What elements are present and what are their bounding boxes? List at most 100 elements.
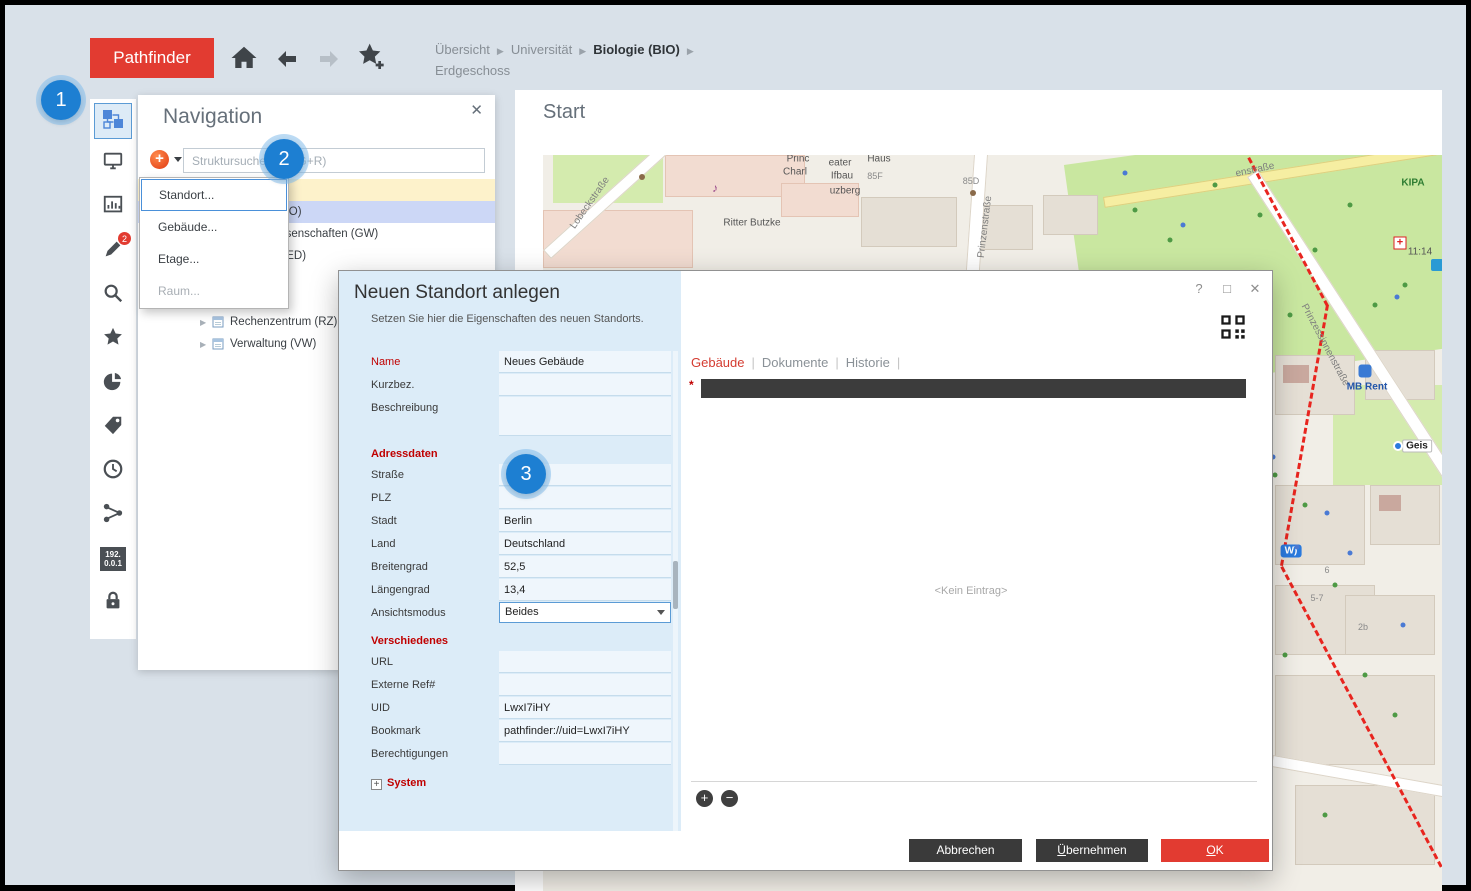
close-icon[interactable]: ✕ <box>1245 281 1265 297</box>
sidebar-item-star[interactable] <box>93 319 133 359</box>
expander-icon[interactable]: ▶ <box>200 340 212 349</box>
menu-item-etage[interactable]: Etage... <box>141 243 287 275</box>
map-label: 85D <box>963 176 980 186</box>
form-section-label: System <box>387 777 426 789</box>
home-icon[interactable] <box>229 43 259 78</box>
tree-dot-icon <box>1213 183 1218 188</box>
lock-icon <box>102 590 124 617</box>
sidebar-item-chart-window[interactable] <box>93 187 133 227</box>
map-building <box>861 197 957 247</box>
field-value-input[interactable]: 13,4 <box>499 579 671 601</box>
forward-icon[interactable] <box>315 47 343 76</box>
tab-gebäude[interactable]: Gebäude <box>691 355 745 370</box>
close-icon[interactable]: ✕ <box>470 101 483 119</box>
sidebar-item-search[interactable] <box>93 275 133 315</box>
field-label: URL <box>371 651 499 673</box>
back-icon[interactable] <box>273 47 301 76</box>
menu-item-raum[interactable]: Raum... <box>141 275 287 307</box>
form-row: UIDLwxI7iHY <box>371 697 671 719</box>
tree-dot-icon <box>1273 473 1278 478</box>
map-label: 85F <box>867 171 883 181</box>
tree-dot-icon <box>1373 303 1378 308</box>
field-value-input[interactable]: Neues Gebäude <box>499 351 671 373</box>
form-row: Breitengrad52,5 <box>371 556 671 578</box>
sidebar-item-pen[interactable]: 2 <box>93 231 133 271</box>
map-label: Ifbau <box>831 171 853 182</box>
poi-dot-icon <box>1395 295 1400 300</box>
sidebar-item-lock[interactable] <box>93 583 133 623</box>
tree-dot-icon <box>1303 503 1308 508</box>
form-row: Berechtigungen <box>371 743 671 765</box>
field-value-input[interactable] <box>499 651 671 673</box>
cancel-button[interactable]: Abbrechen <box>909 839 1022 862</box>
chart-window-icon <box>102 194 124 221</box>
field-value-input[interactable]: Deutschland <box>499 533 671 555</box>
ansichtsmodus-dropdown[interactable]: Beides <box>499 602 671 623</box>
remove-entry-icon[interactable]: − <box>721 790 738 807</box>
network-icon <box>102 502 124 529</box>
paw-icon <box>639 174 645 180</box>
tree-dot-icon <box>1283 653 1288 658</box>
field-value-input[interactable]: LwxI7iHY <box>499 697 671 719</box>
field-value-input[interactable] <box>499 374 671 396</box>
breadcrumb-item[interactable]: Biologie (BIO) <box>593 42 680 57</box>
map-label: Charl <box>783 167 807 178</box>
tree-dot-icon <box>1168 238 1173 243</box>
map-label: Princ <box>787 155 810 165</box>
field-value-input[interactable] <box>499 743 671 765</box>
form-row: AnsichtsmodusBeides <box>371 602 671 623</box>
tree-dot-icon <box>1313 248 1318 253</box>
sidebar-item-tag[interactable] <box>93 407 133 447</box>
breadcrumb-separator-icon: ▶ <box>497 46 504 56</box>
sidebar-item-pie-chart[interactable] <box>93 363 133 403</box>
pie-chart-icon <box>102 370 124 397</box>
breadcrumb-item[interactable]: Universität <box>511 42 572 57</box>
field-value-input[interactable]: Berlin <box>499 510 671 532</box>
ok-button[interactable]: OK <box>1161 839 1269 862</box>
building-icon <box>212 316 224 328</box>
sidebar-item-clock[interactable] <box>93 451 133 491</box>
dialog-tabs: Gebäude|Dokumente|Historie| <box>691 355 907 370</box>
field-value-input[interactable]: pathfinder://uid=LwxI7iHY <box>499 720 671 742</box>
sidebar-item-monitor[interactable] <box>93 143 133 183</box>
apply-button[interactable]: Übernehmen <box>1036 839 1148 862</box>
tree-dot-icon <box>1403 283 1408 288</box>
plus-icon: + <box>150 150 169 169</box>
add-entry-icon[interactable]: + <box>696 790 713 807</box>
field-label: Längengrad <box>371 579 499 601</box>
location-properties-form: NameNeues GebäudeKurzbez.BeschreibungAdr… <box>371 351 671 793</box>
breadcrumb-item[interactable]: Übersicht <box>435 42 490 57</box>
form-row: StadtBerlin <box>371 510 671 532</box>
field-label: Bookmark <box>371 720 499 742</box>
new-entry-input[interactable] <box>701 379 1246 398</box>
maximize-icon[interactable]: □ <box>1217 281 1237 296</box>
menu-item-gebäude[interactable]: Gebäude... <box>141 211 287 243</box>
map-building <box>1379 495 1401 511</box>
structure-search-input[interactable] <box>183 148 485 173</box>
dialog-subtitle: Setzen Sie hier die Eigenschaften des ne… <box>371 313 644 325</box>
field-value-input[interactable] <box>499 674 671 696</box>
sidebar-item-structure[interactable] <box>94 103 132 139</box>
pharmacy-icon: + <box>1394 237 1407 250</box>
form-scrollbar-thumb[interactable] <box>673 561 678 609</box>
menu-item-standort[interactable]: Standort... <box>141 179 287 211</box>
map-label: KIPA <box>1401 178 1424 189</box>
sidebar-item-ip-address[interactable]: 192.0.0.1 <box>93 539 133 579</box>
field-value-input[interactable] <box>499 397 671 436</box>
tab-historie[interactable]: Historie <box>846 355 890 370</box>
favorite-add-icon[interactable] <box>355 41 387 78</box>
app-logo: Pathfinder <box>90 38 214 78</box>
field-label: Externe Ref# <box>371 674 499 696</box>
list-separator <box>691 781 1257 782</box>
expander-icon[interactable]: ▶ <box>200 318 212 327</box>
field-label: Stadt <box>371 510 499 532</box>
help-icon[interactable]: ? <box>1189 281 1209 296</box>
qr-code-icon[interactable] <box>1219 313 1247 341</box>
sidebar-item-network[interactable] <box>93 495 133 535</box>
add-structure-button[interactable]: + <box>150 150 182 169</box>
field-value-input[interactable]: 52,5 <box>499 556 671 578</box>
tab-dokumente[interactable]: Dokumente <box>762 355 828 370</box>
paw-icon <box>970 190 976 196</box>
expand-icon[interactable]: + <box>371 779 382 790</box>
tab-separator: | <box>752 355 755 370</box>
